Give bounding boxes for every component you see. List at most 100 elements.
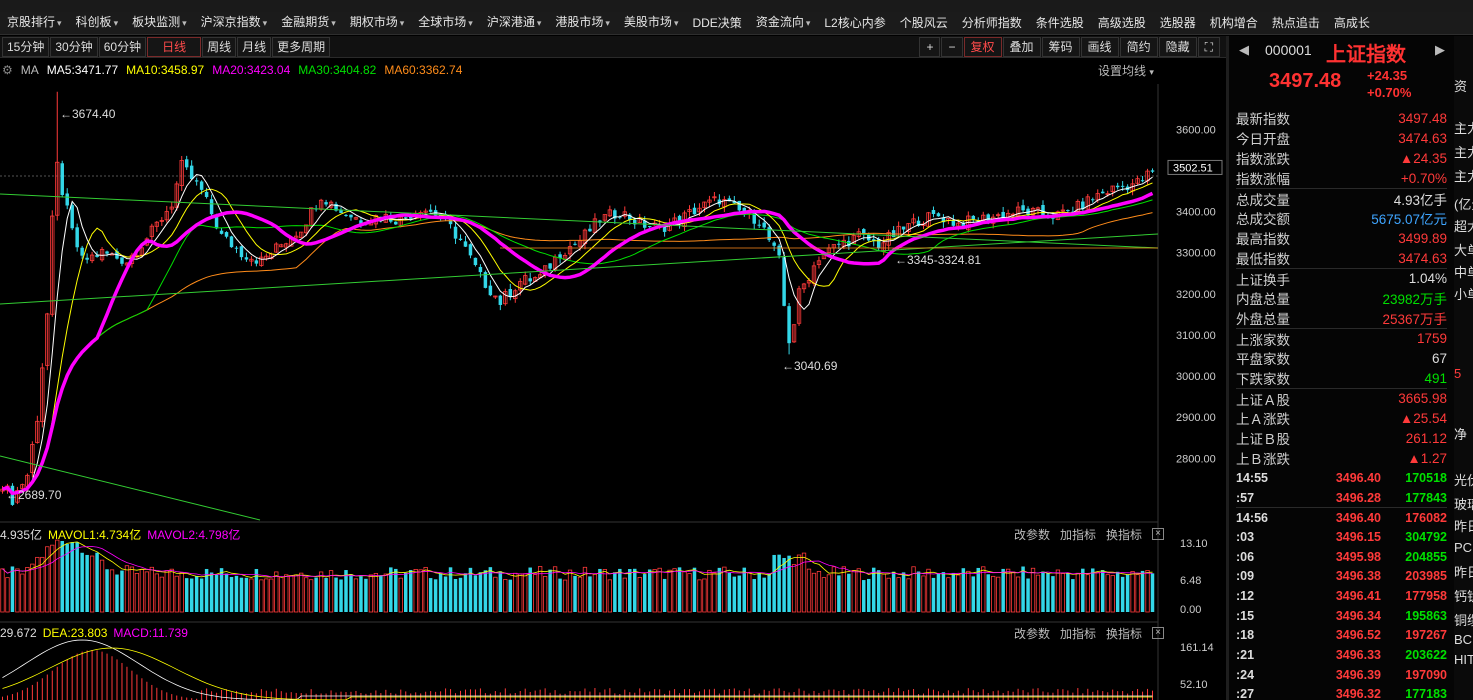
volume-bar (737, 575, 742, 612)
candle-body (189, 165, 194, 180)
nav-item[interactable]: 科创板 ▾ (69, 12, 126, 34)
volume-bar (916, 571, 921, 612)
next-stock-icon[interactable]: ▶ (1435, 42, 1445, 58)
annotation-low-start: ←2689.70 (6, 488, 62, 502)
volume-bar (438, 573, 443, 612)
vol-add-indicator[interactable]: 加指标 (1060, 526, 1096, 543)
volume-bar (1125, 574, 1130, 612)
stat-row: 上涨家数 1759 (1236, 328, 1447, 348)
volume-bar (981, 566, 986, 613)
volume-bar (777, 554, 781, 612)
macd-axis-label: 52.10 (1180, 679, 1208, 691)
volume-bar (642, 574, 647, 612)
volume-bar (667, 569, 672, 613)
price-axis-label: 2800.00 (1176, 453, 1216, 465)
tick-row: :09 3496.38 203985 (1236, 566, 1447, 586)
nav-item[interactable]: 沪深港通 ▾ (480, 12, 549, 34)
nav-item-label: 分析师指数 (961, 15, 1022, 30)
volume-bar (1046, 573, 1050, 612)
nav-item[interactable]: DDE决策 (685, 12, 748, 34)
nav-item[interactable]: 分析师指数 (955, 12, 1029, 34)
macd-add-indicator[interactable]: 加指标 (1060, 625, 1096, 642)
price-axis-label: 3100.00 (1176, 330, 1216, 342)
stat-value: 3497.48 (1398, 110, 1447, 126)
nav-item[interactable]: 全球市场 ▾ (411, 12, 480, 34)
nav-item[interactable]: 美股市场 ▾ (617, 12, 686, 34)
volume-bar (30, 563, 35, 613)
stat-label: 总成交量 (1236, 192, 1290, 208)
tick-price: 3496.15 (1335, 529, 1381, 544)
tick-time: :27 (1236, 687, 1255, 700)
nav-item-label: 条件选股 (1035, 15, 1084, 30)
nav-item[interactable]: 热点追击 (1265, 12, 1327, 34)
tick-time: :18 (1236, 628, 1255, 643)
stat-label: 上Ａ涨跌 (1236, 412, 1290, 427)
nav-item[interactable]: 个股风云 (893, 12, 955, 34)
volume-bar (866, 578, 871, 612)
volume-bar (986, 574, 990, 612)
nav-item[interactable]: 期权市场 ▾ (343, 12, 412, 34)
volume-bar (503, 579, 508, 613)
candle-body (757, 224, 761, 226)
tick-price: 3496.34 (1335, 608, 1381, 623)
tick-volume: 195863 (1405, 608, 1447, 623)
macd-switch-indicator[interactable]: 换指标 (1106, 625, 1142, 642)
volume-bar (99, 559, 105, 613)
volume-bar (732, 576, 737, 612)
candle-body (1041, 204, 1045, 216)
stat-value: 25367万手 (1382, 312, 1447, 327)
stat-label: 下跌家数 (1236, 372, 1290, 387)
volume-bar (274, 571, 279, 613)
nav-item[interactable]: 机构增合 (1203, 12, 1265, 34)
candle-body (901, 226, 906, 230)
close-icon[interactable]: × (1152, 627, 1165, 639)
stat-label: 上涨家数 (1236, 332, 1290, 348)
vol-edit-params[interactable]: 改参数 (1014, 526, 1050, 543)
tick-price: 3496.41 (1335, 588, 1381, 603)
volume-bar (946, 577, 951, 613)
annotation-mid: ←3345-3324.81 (895, 253, 981, 267)
volume-bar (921, 575, 926, 613)
tick-time: :03 (1236, 529, 1255, 544)
volume-bar (657, 567, 662, 613)
stat-row: 最高指数 3499.89 (1236, 228, 1447, 248)
volume-bar (80, 552, 84, 612)
nav-item[interactable]: 高级选股 (1091, 12, 1153, 34)
nav-item[interactable]: 金融期货 ▾ (274, 12, 343, 34)
stat-value: 3474.63 (1398, 250, 1447, 266)
volume-bar (697, 579, 702, 613)
nav-item[interactable]: 高成长 (1327, 12, 1377, 34)
nav-item[interactable]: 资金流向 ▾ (749, 12, 818, 34)
close-icon[interactable]: × (1152, 528, 1165, 540)
volume-bar (498, 571, 503, 612)
volume-bar (618, 568, 622, 612)
nav-item[interactable]: 沪深京指数 ▾ (194, 12, 275, 34)
candle-body (229, 236, 234, 248)
volume-bar (60, 540, 64, 612)
prev-stock-icon[interactable]: ◀ (1239, 42, 1249, 58)
stat-value: ▲1.27 (1407, 450, 1447, 466)
side-label: 钙钛 (1454, 589, 1473, 604)
nav-item-label: L2核心内参 (824, 15, 886, 30)
volume-bar (249, 578, 254, 613)
volume-bar (806, 568, 812, 613)
vol-switch-indicator[interactable]: 换指标 (1106, 526, 1142, 543)
nav-item[interactable]: 板块监测 ▾ (125, 12, 194, 34)
volume-bar (398, 577, 403, 613)
volume-bar (1035, 574, 1041, 613)
nav-item[interactable]: 港股市场 ▾ (548, 12, 617, 34)
macd-edit-params[interactable]: 改参数 (1014, 625, 1050, 642)
nav-item[interactable]: 选股器 (1153, 12, 1203, 34)
volume-bar (154, 573, 159, 613)
nav-item[interactable]: 京股排行 ▾ (0, 12, 69, 34)
price-chart[interactable]: 3600.003500.003400.003300.003200.003100.… (0, 36, 1226, 700)
volume-bar (722, 566, 727, 613)
nav-item[interactable]: L2核心内参 (817, 12, 892, 34)
nav-item-label: 全球市场 (418, 15, 467, 29)
volume-bar (134, 572, 140, 613)
nav-item[interactable]: 条件选股 (1029, 12, 1091, 34)
volume-bar (633, 568, 637, 612)
nav-item-label: 高级选股 (1097, 15, 1146, 30)
volume-bar (931, 577, 936, 612)
volume-bar (762, 577, 766, 612)
